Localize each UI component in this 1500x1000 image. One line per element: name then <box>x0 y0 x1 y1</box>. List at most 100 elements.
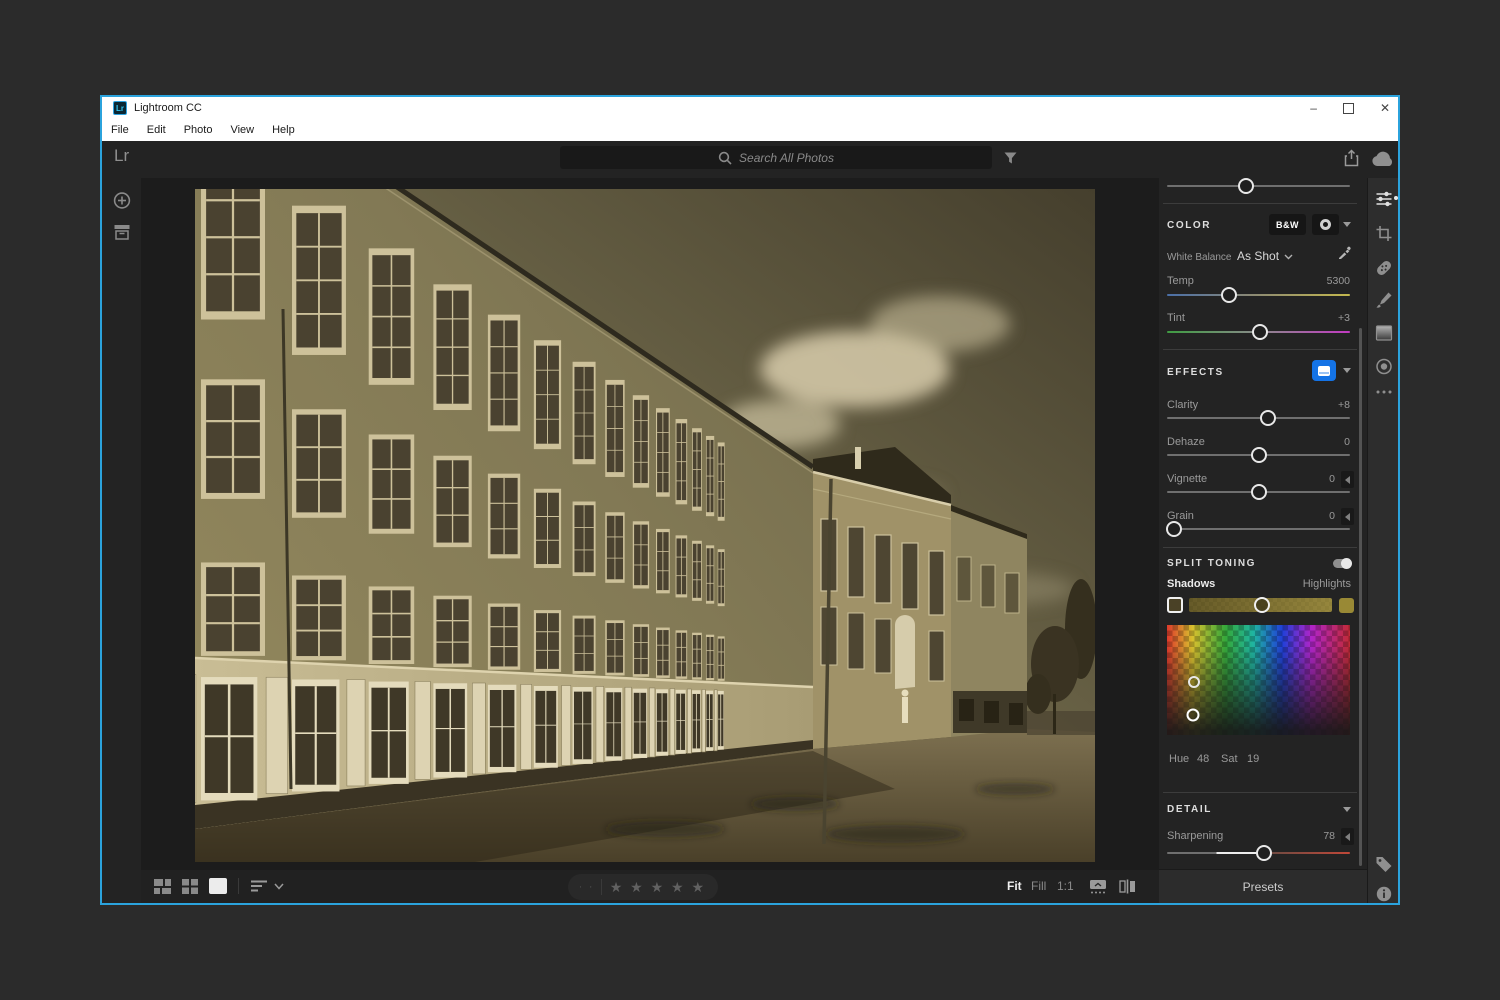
split-toning-toggle[interactable] <box>1333 559 1351 568</box>
sat-value: 19 <box>1247 753 1259 765</box>
sat-label: Sat <box>1221 753 1238 765</box>
white-balance-select[interactable]: As Shot <box>1237 249 1279 263</box>
grid-view-icon[interactable] <box>182 879 198 894</box>
photo[interactable] <box>195 189 1095 862</box>
detail-view-icon[interactable] <box>209 878 227 894</box>
dehaze-slider[interactable] <box>1167 454 1350 456</box>
menu-photo[interactable]: Photo <box>175 124 222 136</box>
effects-section-header[interactable]: EFFECTS <box>1167 367 1224 378</box>
sort-icon[interactable] <box>251 880 268 892</box>
temp-slider-handle[interactable] <box>1221 287 1237 303</box>
dehaze-slider-handle[interactable] <box>1251 447 1267 463</box>
window-title: Lightroom CC <box>134 102 202 114</box>
vignette-slider[interactable] <box>1167 491 1350 493</box>
healing-brush-icon[interactable] <box>1375 259 1393 277</box>
toolbar-divider <box>238 878 239 894</box>
menu-view[interactable]: View <box>221 124 263 136</box>
tint-slider-handle[interactable] <box>1252 324 1268 340</box>
section-divider <box>1163 792 1357 793</box>
menu-edit[interactable]: Edit <box>138 124 175 136</box>
highlights-swatch[interactable] <box>1339 598 1354 613</box>
star-rating[interactable]: ★ ★ ★ ★ ★ <box>610 879 706 896</box>
eyedropper-icon[interactable] <box>1338 246 1351 259</box>
shadows-swatch[interactable] <box>1167 597 1183 613</box>
grain-expander[interactable] <box>1341 508 1354 525</box>
edit-tool-icon[interactable] <box>1375 191 1392 207</box>
sharpening-value: 78 <box>1323 830 1335 842</box>
zoom-fill-button[interactable]: Fill <box>1031 879 1046 893</box>
temp-slider[interactable] <box>1167 294 1350 296</box>
presets-button[interactable]: Presets <box>1243 880 1284 894</box>
color-wheel-icon <box>1320 219 1331 230</box>
lightroom-app-icon: Lr <box>113 101 127 115</box>
hue-value: 48 <box>1197 753 1209 765</box>
white-balance-label: White Balance <box>1167 252 1231 263</box>
shadows-tab[interactable]: Shadows <box>1167 578 1215 590</box>
maximize-button[interactable] <box>1343 103 1354 114</box>
section-divider <box>1163 203 1357 204</box>
zoom-1to1-button[interactable]: 1:1 <box>1057 879 1074 893</box>
desktop: Lr Lightroom CC – ✕ File Edit Photo View… <box>0 0 1500 1000</box>
clarity-slider-handle[interactable] <box>1260 410 1276 426</box>
filmstrip-toggle-icon[interactable] <box>1089 879 1107 894</box>
close-button[interactable]: ✕ <box>1380 101 1390 115</box>
photo-canvas-area: ★ ★ ★ ★ ★ Fit Fill 1:1 <box>141 178 1159 903</box>
more-tools-icon[interactable] <box>1376 390 1392 394</box>
clarity-label: Clarity <box>1167 399 1198 411</box>
add-photos-icon[interactable] <box>113 192 130 209</box>
radial-gradient-tool-icon[interactable] <box>1375 358 1392 375</box>
sharpening-slider[interactable] <box>1167 852 1350 854</box>
info-icon[interactable] <box>1376 886 1392 902</box>
grain-slider-handle[interactable] <box>1166 521 1182 537</box>
bw-toggle-button[interactable]: B&W <box>1269 214 1306 235</box>
clarity-slider[interactable] <box>1167 417 1350 419</box>
detail-section-header[interactable]: DETAIL <box>1167 804 1212 815</box>
zoom-fit-button[interactable]: Fit <box>1007 879 1022 893</box>
effects-collapse-icon[interactable] <box>1343 368 1351 377</box>
keywords-tag-icon[interactable] <box>1375 856 1392 873</box>
my-photos-icon[interactable] <box>113 224 130 240</box>
balance-slider[interactable] <box>1189 598 1332 612</box>
mosaic-view-icon[interactable] <box>154 879 171 894</box>
share-icon[interactable] <box>1343 149 1360 167</box>
temp-label: Temp <box>1167 275 1194 287</box>
crop-tool-icon[interactable] <box>1375 225 1392 242</box>
light-slider[interactable] <box>1167 185 1350 187</box>
color-section-header[interactable]: COLOR <box>1167 220 1211 231</box>
balance-slider-handle[interactable] <box>1254 597 1270 613</box>
picker-handle-secondary[interactable] <box>1188 676 1200 688</box>
light-slider-handle[interactable] <box>1238 178 1254 194</box>
color-collapse-icon[interactable] <box>1343 222 1351 231</box>
grain-value: 0 <box>1329 510 1335 522</box>
vignette-label: Vignette <box>1167 473 1207 485</box>
sharpening-slider-handle[interactable] <box>1256 845 1272 861</box>
split-toning-header[interactable]: SPLIT TONING <box>1167 558 1256 569</box>
hue-sat-picker[interactable] <box>1167 625 1350 735</box>
picker-handle-primary[interactable] <box>1186 709 1199 722</box>
search-input[interactable]: Search All Photos <box>560 146 992 169</box>
tint-label: Tint <box>1167 312 1185 324</box>
color-mixer-button[interactable] <box>1312 214 1339 235</box>
cloud-sync-icon[interactable] <box>1371 151 1395 167</box>
sharpening-expander[interactable] <box>1341 828 1354 845</box>
flag-pick-icon[interactable] <box>580 880 581 894</box>
highlights-tab[interactable]: Highlights <box>1303 578 1351 590</box>
grain-slider[interactable] <box>1167 528 1350 530</box>
minimize-button[interactable]: – <box>1310 101 1317 115</box>
before-after-icon[interactable] <box>1119 879 1136 894</box>
effects-presets-button[interactable] <box>1312 360 1336 381</box>
panel-scrollbar[interactable] <box>1359 328 1362 866</box>
detail-collapse-icon[interactable] <box>1343 807 1351 816</box>
sort-chevron-icon[interactable] <box>274 883 284 890</box>
dehaze-value: 0 <box>1344 436 1350 448</box>
brush-tool-icon[interactable] <box>1376 292 1392 308</box>
filter-icon[interactable] <box>1003 151 1018 166</box>
flag-reject-icon[interactable] <box>590 880 591 894</box>
tint-slider[interactable] <box>1167 331 1350 333</box>
edited-badge-dot <box>1394 196 1398 200</box>
vignette-expander[interactable] <box>1341 471 1354 488</box>
menu-help[interactable]: Help <box>263 124 304 136</box>
vignette-slider-handle[interactable] <box>1251 484 1267 500</box>
linear-gradient-tool-icon[interactable] <box>1375 325 1392 341</box>
menu-file[interactable]: File <box>102 124 138 136</box>
